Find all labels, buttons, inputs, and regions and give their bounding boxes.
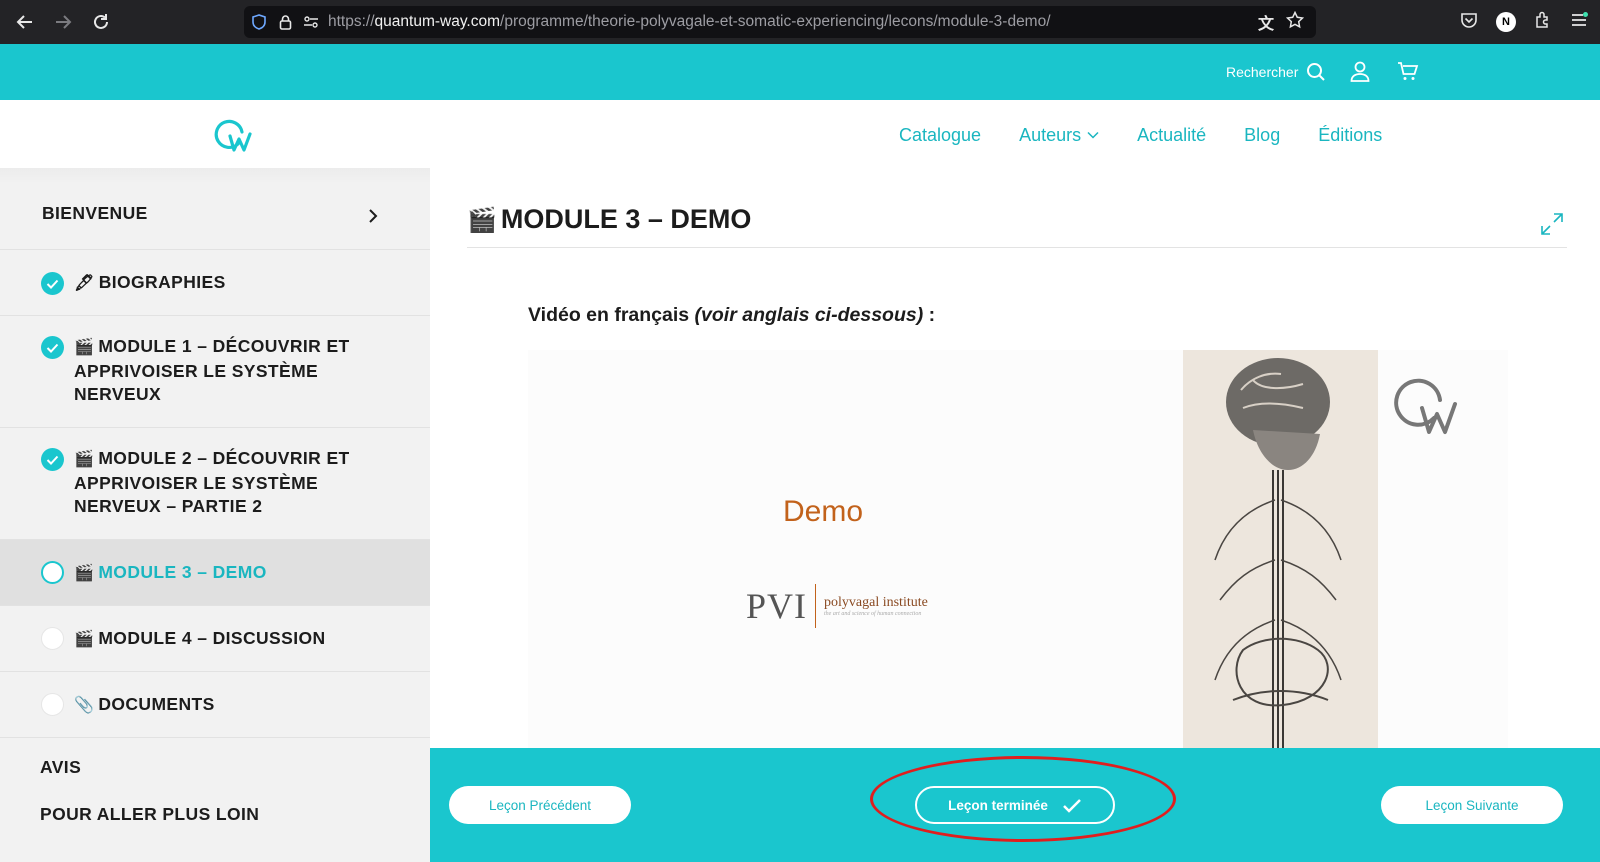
in-progress-circle-icon bbox=[41, 561, 64, 584]
next-lesson-button[interactable]: Leçon Suivante bbox=[1381, 786, 1563, 824]
paperclip-icon: 📎 bbox=[74, 697, 95, 714]
translate-icon[interactable]: 文 bbox=[1258, 10, 1274, 34]
lesson-content: 🎬 MODULE 3 – DEMO Vidéo en français (voir… bbox=[430, 170, 1600, 750]
video-demo-title: Demo bbox=[783, 495, 864, 528]
search-link[interactable]: Rechercher bbox=[1226, 44, 1326, 100]
lesson-title: 🎬 MODULE 3 – DEMO bbox=[467, 204, 751, 235]
clapperboard-icon: 🎬 bbox=[467, 207, 497, 234]
sidebar-item-bienvenue[interactable]: BIENVENUE bbox=[0, 184, 430, 250]
lesson-title-text: MODULE 3 – DEMO bbox=[500, 204, 752, 234]
completed-check-icon bbox=[41, 448, 64, 471]
forward-icon[interactable] bbox=[44, 0, 82, 44]
sidebar-item-label: MODULE 1 – DÉCOUVRIR ET bbox=[98, 336, 350, 356]
nav-blog[interactable]: Blog bbox=[1244, 125, 1280, 146]
cart-icon[interactable] bbox=[1397, 60, 1421, 84]
utility-bar: Rechercher bbox=[0, 44, 1600, 100]
sidebar-item-module-3[interactable]: 🎬 MODULE 3 – DEMO bbox=[0, 540, 430, 606]
completed-check-icon bbox=[41, 336, 64, 359]
lesson-sidebar: BIENVENUE 🖋 BIOGRAPHIES 🎬 MODULE 1 – DÉCOU… bbox=[0, 184, 430, 862]
nav-auteurs[interactable]: Auteurs bbox=[1019, 125, 1099, 146]
sidebar-item-label: APPRIVOISER LE SYSTÈME bbox=[74, 472, 319, 493]
shield-icon[interactable] bbox=[246, 14, 272, 30]
pvi-name: polyvagal institute bbox=[824, 595, 928, 610]
clapperboard-icon: 🎬 bbox=[74, 631, 95, 648]
extensions-icon[interactable] bbox=[1534, 11, 1552, 34]
sidebar-link-avis[interactable]: AVIS bbox=[40, 756, 81, 780]
video-watermark-logo bbox=[1390, 370, 1470, 445]
chevron-right-icon bbox=[369, 209, 378, 223]
profile-avatar[interactable]: N bbox=[1496, 12, 1516, 32]
search-label: Rechercher bbox=[1226, 64, 1299, 80]
menu-icon[interactable] bbox=[1570, 11, 1588, 33]
sidebar-item-label: BIENVENUE bbox=[42, 203, 148, 223]
clapperboard-icon: 🎬 bbox=[74, 339, 95, 356]
address-bar[interactable]: https://quantum-way.com/programme/theori… bbox=[244, 6, 1316, 38]
nervous-system-illustration bbox=[1183, 350, 1378, 750]
nav-catalogue[interactable]: Catalogue bbox=[899, 125, 981, 146]
reload-icon[interactable] bbox=[82, 0, 120, 44]
nav-editions[interactable]: Éditions bbox=[1318, 125, 1382, 146]
sidebar-item-module-2[interactable]: 🎬 MODULE 2 – DÉCOUVRIR ET APPRIVOISER LE … bbox=[0, 428, 430, 540]
pvi-abbr: PVI bbox=[746, 586, 808, 626]
chevron-down-icon bbox=[1087, 131, 1099, 139]
video-intro-text: Vidéo en français (voir anglais ci-desso… bbox=[528, 304, 936, 326]
pocket-icon[interactable] bbox=[1460, 11, 1478, 34]
bookmark-star-icon[interactable] bbox=[1285, 10, 1305, 34]
pvi-tagline: the art and science of human connection bbox=[824, 611, 922, 617]
lock-icon[interactable] bbox=[272, 14, 298, 30]
sidebar-item-biographies[interactable]: 🖋 BIOGRAPHIES bbox=[0, 250, 430, 316]
sidebar-item-label: BIOGRAPHIES bbox=[98, 272, 226, 292]
clapperboard-icon: 🎬 bbox=[74, 451, 95, 468]
main-navigation: Catalogue Auteurs Actualité Blog Édition… bbox=[899, 100, 1420, 170]
site-header: Catalogue Auteurs Actualité Blog Édition… bbox=[0, 100, 1600, 170]
back-icon[interactable] bbox=[6, 0, 44, 44]
permissions-icon[interactable] bbox=[298, 15, 324, 29]
sidebar-item-module-4[interactable]: 🎬 MODULE 4 – DISCUSSION bbox=[0, 606, 430, 672]
annotation-highlight-ellipse bbox=[870, 756, 1176, 842]
sidebar-item-documents[interactable]: 📎 DOCUMENTS bbox=[0, 672, 430, 738]
video-player[interactable]: Demo PVI polyvagal institute the art and… bbox=[528, 350, 1508, 750]
sidebar-item-label: MODULE 3 – DEMO bbox=[98, 562, 267, 582]
incomplete-circle-icon bbox=[41, 693, 64, 716]
sidebar-item-label: APPRIVOISER LE SYSTÈME bbox=[74, 360, 319, 381]
sidebar-item-label: MODULE 2 – DÉCOUVRIR ET bbox=[98, 448, 350, 468]
sidebar-item-label: DOCUMENTS bbox=[98, 694, 215, 714]
search-icon bbox=[1307, 63, 1326, 81]
clapperboard-icon: 🎬 bbox=[74, 565, 95, 582]
browser-toolbar: https://quantum-way.com/programme/theori… bbox=[0, 0, 1600, 44]
completed-check-icon bbox=[41, 272, 64, 295]
title-divider bbox=[467, 247, 1567, 248]
incomplete-circle-icon bbox=[41, 627, 64, 650]
sidebar-link-pour-aller-plus-loin[interactable]: POUR ALLER PLUS LOIN bbox=[40, 803, 259, 827]
sidebar-item-module-1[interactable]: 🎬 MODULE 1 – DÉCOUVRIR ET APPRIVOISER LE … bbox=[0, 316, 430, 428]
pvi-logo: PVI polyvagal institute the art and scie… bbox=[746, 584, 928, 628]
pen-icon: 🖋 bbox=[74, 275, 95, 292]
sidebar-item-label: MODULE 4 – DISCUSSION bbox=[98, 628, 326, 648]
url-text: https://quantum-way.com/programme/theori… bbox=[328, 13, 1051, 30]
nav-actualite[interactable]: Actualité bbox=[1137, 125, 1206, 146]
previous-lesson-button[interactable]: Leçon Précédent bbox=[449, 786, 631, 824]
site-logo[interactable] bbox=[212, 114, 260, 161]
user-account-icon[interactable] bbox=[1349, 60, 1373, 84]
sidebar-item-label: NERVEUX – PARTIE 2 bbox=[74, 496, 263, 516]
sidebar-item-label: NERVEUX bbox=[74, 384, 162, 404]
expand-icon[interactable] bbox=[1538, 210, 1566, 243]
sidebar-top-shadow bbox=[0, 168, 430, 184]
